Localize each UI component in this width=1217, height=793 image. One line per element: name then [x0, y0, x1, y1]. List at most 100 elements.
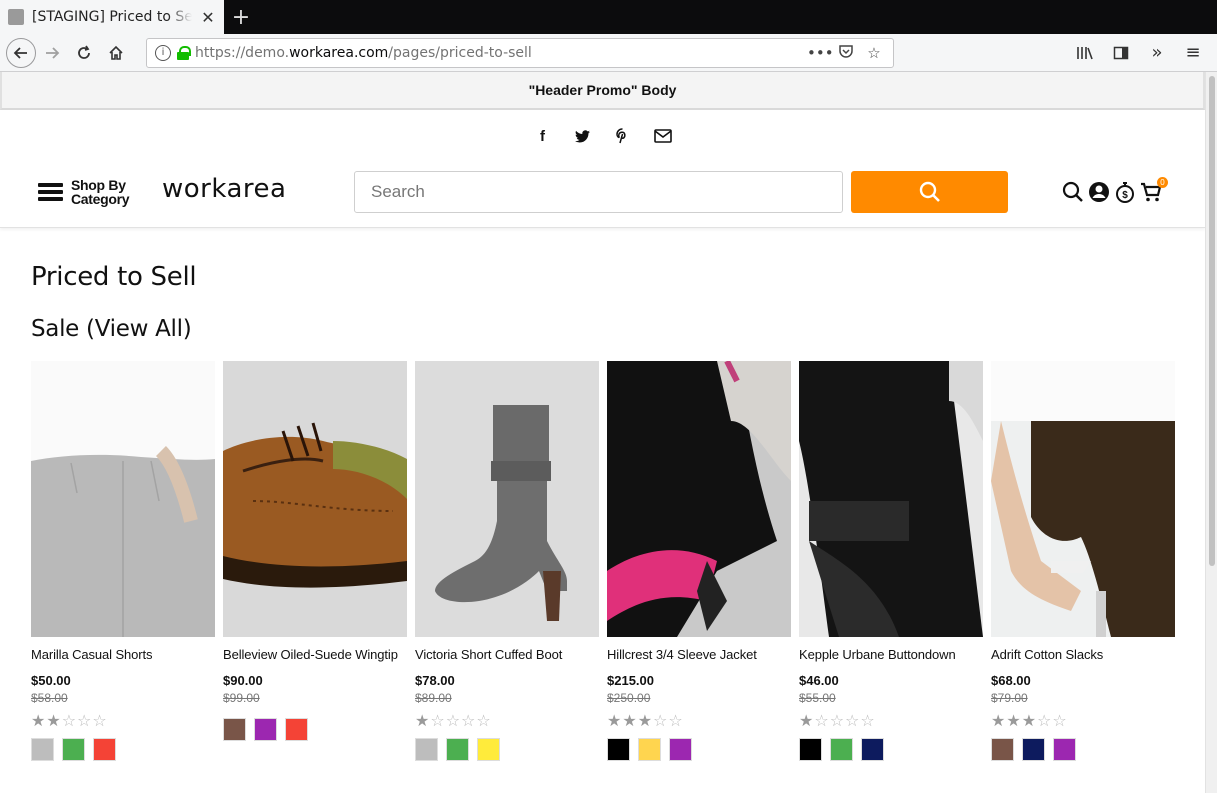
color-swatch[interactable]	[93, 738, 116, 761]
color-swatch[interactable]	[446, 738, 469, 761]
color-swatch[interactable]	[1022, 738, 1045, 761]
close-tab-icon[interactable]: ✕	[200, 8, 216, 27]
color-swatch[interactable]	[1053, 738, 1076, 761]
header-promo: "Header Promo" Body	[0, 72, 1205, 110]
search-button[interactable]	[851, 171, 1008, 213]
lock-icon[interactable]	[177, 45, 191, 60]
browser-nav-bar: i https://demo.workarea.com/pages/priced…	[0, 34, 1217, 72]
url-text[interactable]: https://demo.workarea.com/pages/priced-t…	[195, 45, 801, 61]
menu-label: Shop By Category	[71, 177, 130, 207]
hamburger-menu-icon[interactable]: ≡	[1177, 37, 1209, 69]
rating-stars: ★ ☆ ☆ ☆ ☆	[415, 712, 599, 730]
pocket-icon[interactable]	[835, 43, 857, 63]
product-card[interactable]: Adrift Cotton Slacks $68.00 $79.00 ★ ★ ★ ☆ ☆	[991, 361, 1175, 761]
email-icon[interactable]	[653, 126, 673, 146]
shop-by-category-menu[interactable]: Shop By Category	[38, 178, 141, 206]
product-name[interactable]: Victoria Short Cuffed Boot	[415, 647, 599, 662]
star-filled-icon: ★	[415, 711, 430, 730]
product-card[interactable]: Belleview Oiled-Suede Wingtip $90.00 $99…	[223, 361, 407, 761]
product-image-buttondown[interactable]	[799, 361, 983, 637]
product-price: $215.00	[607, 673, 654, 688]
new-tab-icon[interactable]: +	[224, 0, 258, 34]
product-image-jacket[interactable]	[607, 361, 791, 637]
page-actions-icon[interactable]: •••	[807, 44, 834, 62]
product-old-price: $89.00	[415, 691, 452, 705]
star-empty-icon: ☆	[61, 711, 77, 730]
product-card[interactable]: Hillcrest 3/4 Sleeve Jacket $215.00 $250…	[607, 361, 791, 761]
color-swatch[interactable]	[31, 738, 54, 761]
star-empty-icon: ☆	[476, 711, 491, 730]
facebook-icon[interactable]: f	[533, 126, 553, 146]
cart-icon[interactable]: 0	[1140, 177, 1168, 204]
color-swatch[interactable]	[415, 738, 438, 761]
product-name[interactable]: Kepple Urbane Buttondown	[799, 647, 983, 662]
color-swatches	[223, 718, 407, 741]
search-input[interactable]	[354, 171, 843, 213]
overflow-chevron-icon[interactable]: »	[1141, 37, 1173, 69]
header-search-icon[interactable]	[1062, 180, 1084, 204]
color-swatch[interactable]	[223, 718, 246, 741]
product-name[interactable]: Belleview Oiled-Suede Wingtip	[223, 647, 407, 662]
star-filled-icon: ★	[607, 711, 622, 730]
product-old-price: $99.00	[223, 691, 260, 705]
page-scrollbar[interactable]	[1205, 72, 1217, 793]
color-swatch[interactable]	[669, 738, 692, 761]
color-swatch[interactable]	[254, 718, 277, 741]
tab-title: [STAGING] Priced to Sell	[32, 9, 192, 25]
site-logo[interactable]: workarea	[162, 174, 286, 204]
browser-tab[interactable]: [STAGING] Priced to Sell ✕	[0, 0, 224, 34]
bookmark-star-icon[interactable]: ☆	[863, 44, 885, 62]
library-icon[interactable]	[1069, 37, 1101, 69]
page-viewport: "Header Promo" Body f Shop By Category w…	[0, 72, 1217, 793]
stopwatch-icon[interactable]: $	[1114, 180, 1136, 204]
product-grid: Marilla Casual Shorts $50.00 $58.00 ★ ★ ☆ ☆…	[31, 361, 1217, 761]
star-filled-icon: ★	[991, 711, 1006, 730]
color-swatch[interactable]	[991, 738, 1014, 761]
url-bar[interactable]: i https://demo.workarea.com/pages/priced…	[146, 37, 894, 68]
product-image-slacks[interactable]	[991, 361, 1175, 637]
back-button[interactable]	[6, 37, 36, 68]
reload-button[interactable]	[68, 37, 100, 69]
color-swatches	[607, 738, 791, 761]
color-swatch[interactable]	[830, 738, 853, 761]
section-title[interactable]: Sale (View All)	[31, 316, 1217, 342]
color-swatch[interactable]	[477, 738, 500, 761]
color-swatch[interactable]	[607, 738, 630, 761]
view-all-link[interactable]: Sale (View All)	[31, 316, 192, 342]
search-icon	[919, 181, 940, 202]
forward-button[interactable]	[36, 37, 68, 69]
star-empty-icon: ☆	[92, 711, 107, 730]
color-swatch[interactable]	[285, 718, 308, 741]
product-card[interactable]: Victoria Short Cuffed Boot $78.00 $89.00…	[415, 361, 599, 761]
home-button[interactable]	[100, 37, 132, 69]
social-links: f	[0, 110, 1205, 162]
product-name[interactable]: Hillcrest 3/4 Sleeve Jacket	[607, 647, 791, 662]
star-empty-icon: ☆	[445, 711, 461, 730]
twitter-icon[interactable]	[573, 126, 593, 146]
info-icon[interactable]: i	[155, 44, 171, 61]
product-price: $50.00	[31, 673, 71, 688]
product-image-wingtip[interactable]	[223, 361, 407, 637]
color-swatch[interactable]	[799, 738, 822, 761]
star-empty-icon: ☆	[829, 711, 845, 730]
account-icon[interactable]	[1088, 180, 1110, 204]
color-swatch[interactable]	[861, 738, 884, 761]
product-image-shorts[interactable]	[31, 361, 215, 637]
product-name[interactable]: Marilla Casual Shorts	[31, 647, 215, 662]
star-empty-icon: ☆	[1052, 711, 1067, 730]
color-swatch[interactable]	[62, 738, 85, 761]
product-name[interactable]: Adrift Cotton Slacks	[991, 647, 1175, 662]
scrollbar-thumb[interactable]	[1209, 76, 1215, 566]
pinterest-icon[interactable]	[613, 126, 633, 146]
sidebar-icon[interactable]	[1105, 37, 1137, 69]
product-price: $78.00	[415, 673, 455, 688]
color-swatch[interactable]	[638, 738, 661, 761]
product-card[interactable]: Marilla Casual Shorts $50.00 $58.00 ★ ★ ☆ ☆…	[31, 361, 215, 761]
product-card[interactable]: Kepple Urbane Buttondown $46.00 $55.00 ★…	[799, 361, 983, 761]
product-image-boot[interactable]	[415, 361, 599, 637]
product-old-price: $250.00	[607, 691, 651, 705]
star-empty-icon: ☆	[77, 711, 92, 730]
star-filled-icon: ★	[1021, 711, 1037, 730]
star-filled-icon: ★	[637, 711, 653, 730]
star-empty-icon: ☆	[430, 711, 445, 730]
